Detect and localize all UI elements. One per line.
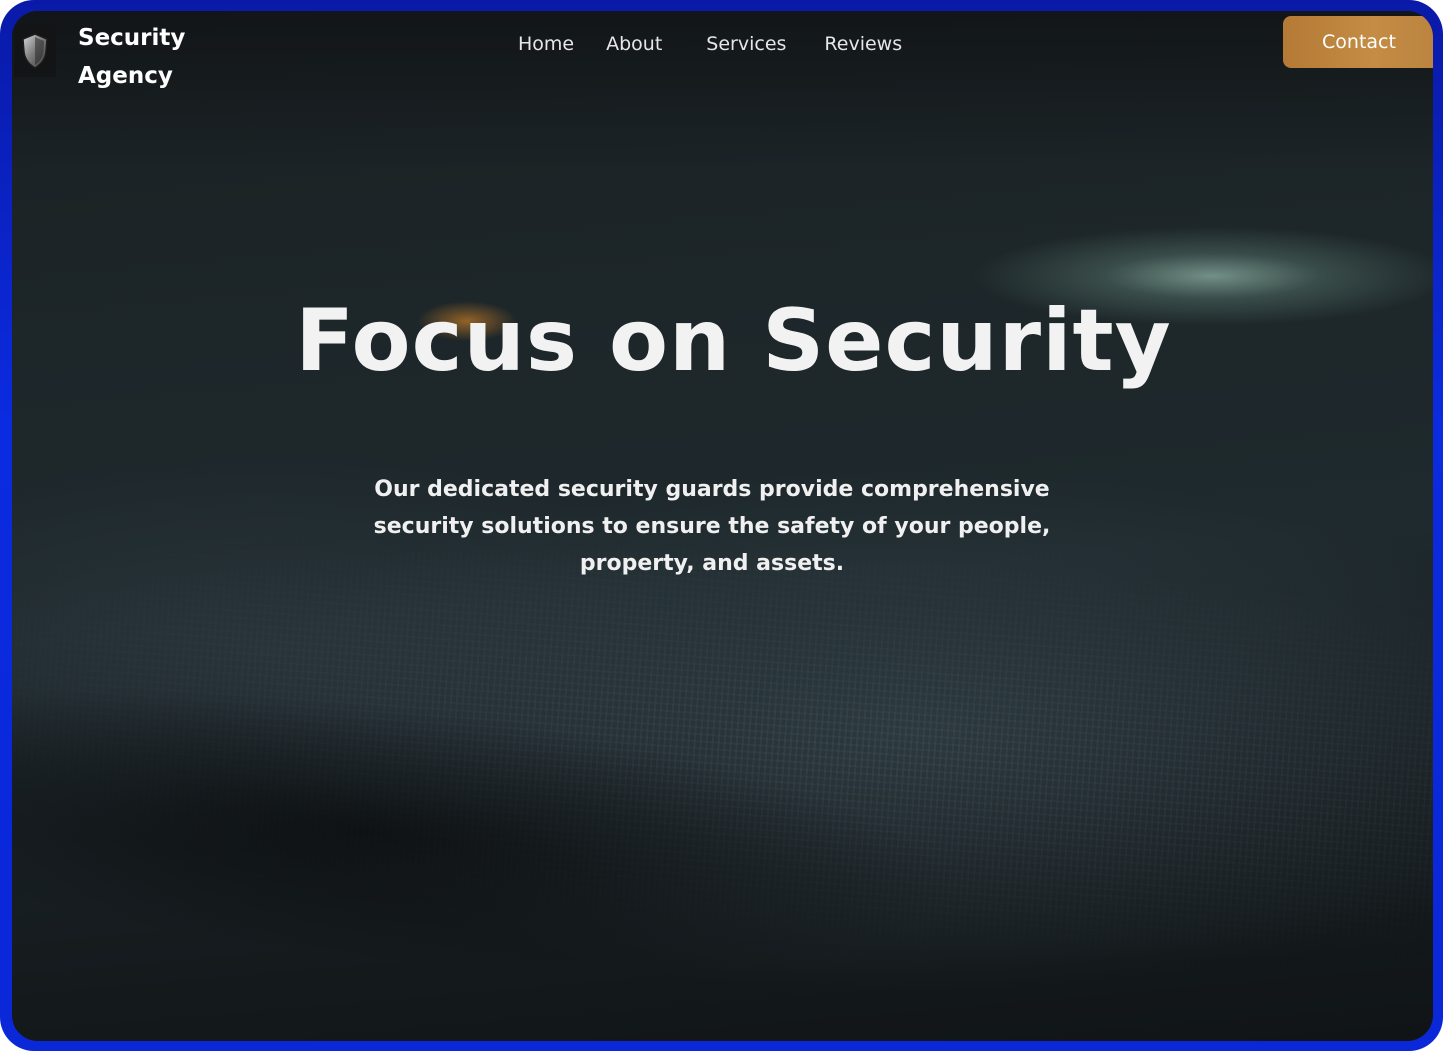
browser-viewport: Security Agency Home About Services Revi… [12, 11, 1433, 1041]
brand-name-line2: Agency [78, 63, 173, 89]
brand-name[interactable]: Security Agency [78, 19, 238, 95]
brand-logo[interactable] [14, 25, 56, 77]
brand-name-line1: Security [78, 25, 186, 51]
hero-subtitle: Our dedicated security guards provide co… [373, 477, 1051, 576]
nav-item-services[interactable]: Services [706, 31, 786, 57]
nav-item-about[interactable]: About [606, 31, 662, 57]
main-nav: Home About Services Reviews [518, 31, 902, 57]
contact-button[interactable]: Contact [1283, 16, 1433, 68]
hero-title: Focus on Security [295, 291, 1172, 391]
nav-item-home[interactable]: Home [518, 31, 574, 57]
shield-icon [22, 33, 48, 69]
nav-item-reviews[interactable]: Reviews [824, 31, 902, 57]
device-frame: Security Agency Home About Services Revi… [0, 0, 1443, 1051]
